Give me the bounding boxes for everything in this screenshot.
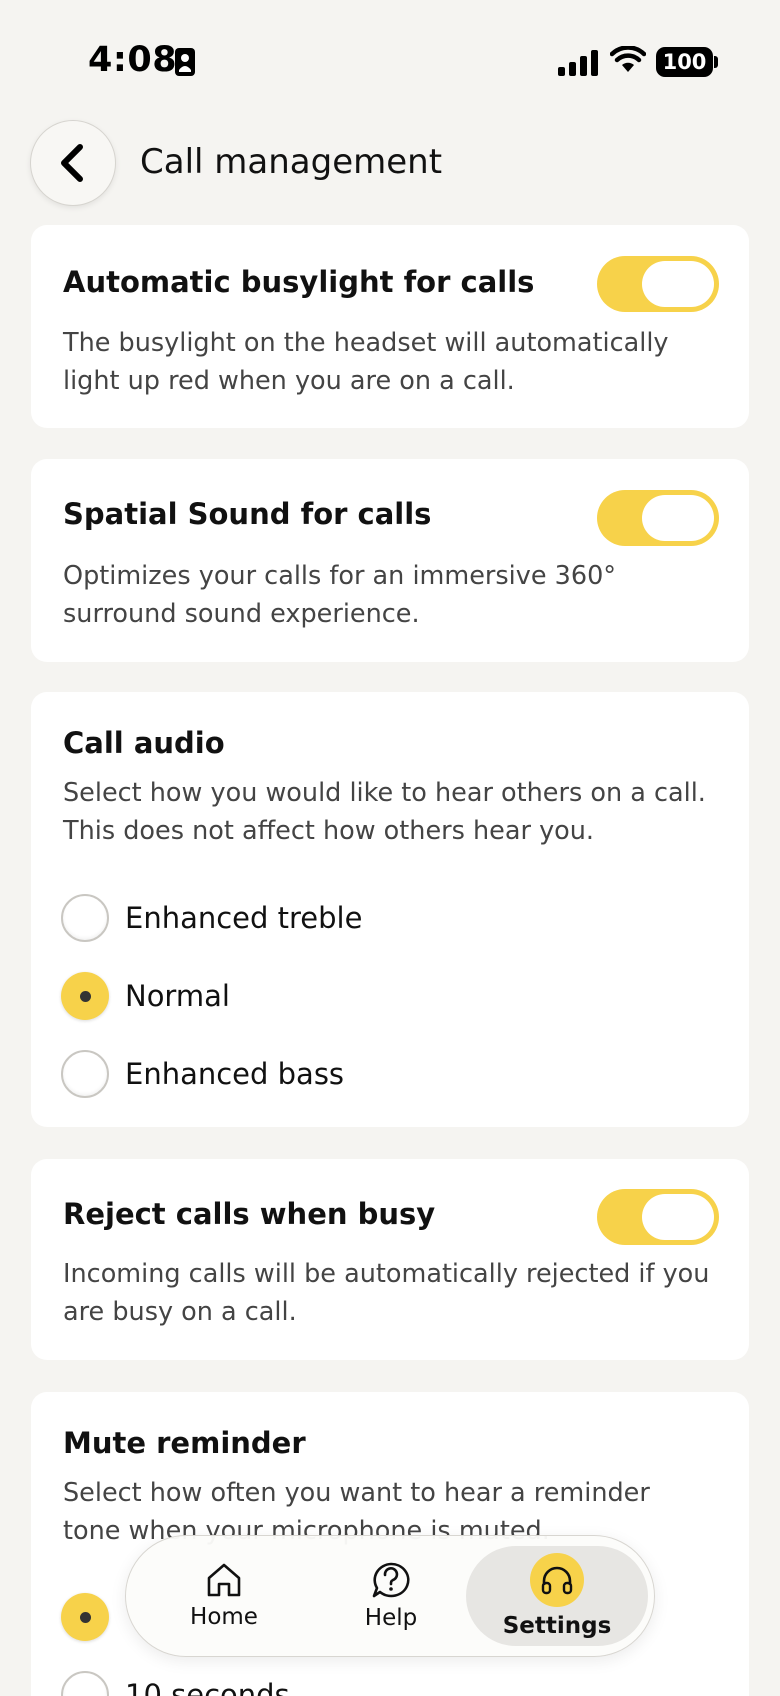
nav-settings-label: Settings (502, 1613, 612, 1639)
status-time: 4:08 (88, 40, 178, 80)
spatial-sound-toggle[interactable] (597, 490, 719, 546)
nav-home-label: Home (190, 1604, 258, 1630)
help-icon (372, 1562, 410, 1598)
call-audio-title: Call audio (63, 726, 225, 760)
busylight-card: Automatic busylight for calls The busyli… (31, 225, 749, 428)
nav-help[interactable]: Help (316, 1546, 466, 1646)
toggle-knob (642, 495, 714, 541)
radio-label: 10 seconds (125, 1678, 290, 1696)
reject-calls-title: Reject calls when busy (63, 1197, 436, 1231)
radio-button[interactable] (61, 1050, 109, 1098)
radio-normal[interactable]: Normal (61, 971, 230, 1021)
portrait-lock-icon (175, 48, 195, 76)
settings-icon-bg (530, 1553, 584, 1607)
toggle-knob (642, 1194, 714, 1240)
spatial-sound-card: Spatial Sound for calls Optimizes your c… (31, 459, 749, 662)
radio-label: Normal (125, 979, 230, 1013)
radio-label: Enhanced treble (125, 901, 363, 935)
radio-button[interactable] (61, 1671, 109, 1696)
radio-button-selected[interactable] (61, 972, 109, 1020)
busylight-toggle[interactable] (597, 256, 719, 312)
battery-indicator: 100 (656, 47, 713, 77)
spatial-sound-description: Optimizes your calls for an immersive 36… (63, 561, 617, 629)
bottom-nav: Home Help Settings (125, 1535, 655, 1657)
chevron-left-icon (61, 144, 83, 182)
home-icon (207, 1563, 241, 1597)
toggle-knob (642, 261, 714, 307)
cellular-signal-icon (558, 50, 598, 76)
radio-mute-option-selected[interactable] (61, 1592, 109, 1642)
battery-cap (714, 56, 718, 68)
reject-calls-toggle[interactable] (597, 1189, 719, 1245)
status-bar: 4:08 100 (0, 0, 780, 110)
busylight-description: The busylight on the headset will automa… (63, 328, 669, 396)
nav-home[interactable]: Home (149, 1546, 299, 1646)
radio-enhanced-treble[interactable]: Enhanced treble (61, 893, 362, 943)
back-button[interactable] (30, 120, 116, 206)
radio-enhanced-bass[interactable]: Enhanced bass (61, 1049, 344, 1099)
page-title: Call management (140, 142, 443, 182)
reject-calls-description: Incoming calls will be automatically rej… (63, 1259, 710, 1327)
busylight-title: Automatic busylight for calls (63, 265, 535, 299)
nav-settings[interactable]: Settings (466, 1546, 648, 1646)
wifi-icon (610, 46, 646, 72)
nav-help-label: Help (364, 1605, 418, 1631)
radio-button[interactable] (61, 894, 109, 942)
mute-reminder-title: Mute reminder (63, 1426, 306, 1460)
call-audio-description: Select how you would like to hear others… (63, 778, 706, 846)
headphones-icon (541, 1566, 573, 1595)
radio-label: Enhanced bass (125, 1057, 345, 1091)
radio-10-seconds[interactable]: 10 seconds (61, 1670, 290, 1696)
call-audio-card: Call audio Select how you would like to … (31, 692, 749, 1127)
radio-button-selected[interactable] (61, 1593, 109, 1641)
spatial-sound-title: Spatial Sound for calls (63, 497, 432, 531)
reject-calls-card: Reject calls when busy Incoming calls wi… (31, 1159, 749, 1360)
